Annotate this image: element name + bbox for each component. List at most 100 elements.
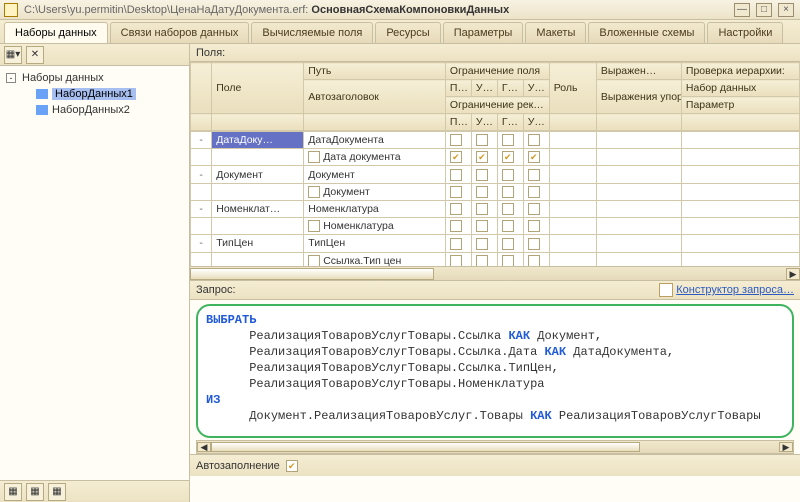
cell-chk[interactable] (497, 200, 523, 217)
cell-expr[interactable] (596, 235, 681, 252)
col-u4[interactable]: У… (523, 114, 549, 131)
grid-checkbox[interactable] (528, 169, 540, 181)
col-g2[interactable]: Г… (497, 114, 523, 131)
scroll-right-arrow[interactable]: ▶ (779, 442, 793, 452)
cell-chk[interactable] (445, 235, 471, 252)
cell-path[interactable]: ДатаДокумента (304, 132, 446, 149)
col-u1[interactable]: У… (471, 80, 497, 97)
grid-checkbox[interactable] (450, 134, 462, 146)
cell-hier[interactable] (681, 166, 799, 183)
grid-checkbox[interactable] (502, 255, 514, 266)
grid-checkbox[interactable] (450, 220, 462, 232)
cell-chk[interactable] (497, 252, 523, 266)
cell-field[interactable]: ДатаДоку… (212, 132, 304, 149)
cell-chk[interactable]: ✔ (471, 149, 497, 166)
grid-checkbox[interactable] (502, 220, 514, 232)
grid-checkbox[interactable] (528, 203, 540, 215)
cell-field[interactable]: ТипЦен (212, 235, 304, 252)
cell-role[interactable] (549, 166, 596, 183)
grid-checkbox[interactable] (502, 169, 514, 181)
grid-checkbox[interactable] (450, 186, 462, 198)
row-expander[interactable]: - (191, 235, 212, 252)
cell-chk[interactable]: ✔ (523, 149, 549, 166)
grid-checkbox[interactable] (476, 220, 488, 232)
col-p2[interactable]: П… (445, 114, 471, 131)
col-hierarchy[interactable]: Проверка иерархии: (681, 63, 799, 80)
cell-path[interactable]: Номенклатура (304, 200, 446, 217)
col-g1[interactable]: Г… (497, 80, 523, 97)
grid-checkbox[interactable] (476, 186, 488, 198)
cell-chk[interactable] (497, 132, 523, 149)
grid-checkbox[interactable] (502, 186, 514, 198)
grid-checkbox[interactable] (528, 220, 540, 232)
scroll-thumb[interactable] (190, 268, 434, 280)
grid-checkbox[interactable] (502, 203, 514, 215)
cell-chk[interactable] (523, 218, 549, 235)
col-p1[interactable]: П… (445, 80, 471, 97)
cell-chk[interactable]: ✔ (445, 149, 471, 166)
tab-links[interactable]: Связи наборов данных (110, 22, 250, 43)
tab-calculated[interactable]: Вычисляемые поля (251, 22, 373, 43)
cell-role[interactable] (549, 235, 596, 252)
grid-checkbox[interactable] (476, 169, 488, 181)
cell-chk[interactable] (471, 252, 497, 266)
datasets-tree[interactable]: - Наборы данных НаборДанных1 НаборДанных… (0, 66, 189, 480)
tree-item[interactable]: НаборДанных2 (0, 102, 189, 118)
cell-chk[interactable] (471, 183, 497, 200)
close-button[interactable]: × (778, 3, 794, 17)
scroll-left-arrow[interactable]: ◀ (197, 442, 211, 452)
grid-checkbox[interactable] (450, 203, 462, 215)
col-autoheader[interactable]: Автозаголовок (304, 80, 446, 114)
grid-checkbox[interactable] (528, 255, 540, 266)
col-u3[interactable]: У… (471, 114, 497, 131)
grid-checkbox[interactable]: ✔ (502, 151, 514, 163)
tab-datasets[interactable]: Наборы данных (4, 22, 108, 43)
col-parameter[interactable]: Параметр (681, 97, 799, 114)
grid-checkbox[interactable]: ✔ (476, 151, 488, 163)
cell-field[interactable]: Номенклат… (212, 200, 304, 217)
cell-chk[interactable] (471, 132, 497, 149)
autoheader-checkbox[interactable] (308, 255, 320, 266)
grid-checkbox[interactable] (476, 203, 488, 215)
cell-chk[interactable] (523, 252, 549, 266)
grid-checkbox[interactable] (502, 134, 514, 146)
cell-hier[interactable] (681, 200, 799, 217)
query-constructor-link[interactable]: Конструктор запроса… (659, 283, 794, 297)
row-expander[interactable]: - (191, 132, 212, 149)
cell-chk[interactable] (523, 183, 549, 200)
cell-path[interactable]: Документ (304, 166, 446, 183)
tab-resources[interactable]: Ресурсы (375, 22, 440, 43)
query-editor[interactable]: ВЫБРАТЬ РеализацияТоваровУслугТовары.Ссы… (196, 304, 794, 438)
cell-chk[interactable] (471, 218, 497, 235)
cell-chk[interactable] (445, 183, 471, 200)
cell-chk[interactable] (445, 200, 471, 217)
minimize-button[interactable]: — (734, 3, 750, 17)
col-requisite-restriction[interactable]: Ограничение рек… (445, 97, 549, 114)
cell-chk[interactable] (523, 235, 549, 252)
col-u2[interactable]: У… (523, 80, 549, 97)
cell-chk[interactable] (471, 200, 497, 217)
grid-checkbox[interactable] (502, 238, 514, 250)
grid-hscrollbar[interactable]: ▶ (190, 266, 800, 280)
tab-nested[interactable]: Вложенные схемы (588, 22, 705, 43)
cell-hier[interactable] (681, 235, 799, 252)
maximize-button[interactable]: □ (756, 3, 772, 17)
col-role[interactable]: Роль (549, 63, 596, 114)
cell-expr[interactable] (596, 200, 681, 217)
cell-chk[interactable] (523, 132, 549, 149)
cell-chk[interactable] (523, 200, 549, 217)
cell-expr[interactable] (596, 132, 681, 149)
tab-layouts[interactable]: Макеты (525, 22, 586, 43)
grid-checkbox[interactable] (450, 255, 462, 266)
col-expr[interactable]: Выражен… (596, 63, 681, 80)
cell-chk[interactable]: ✔ (497, 149, 523, 166)
grid-checkbox[interactable] (528, 238, 540, 250)
expander-icon[interactable]: - (6, 73, 16, 83)
cell-autoheader[interactable]: Документ (304, 183, 446, 200)
remove-dataset-button[interactable]: ✕ (26, 46, 44, 64)
cell-autoheader[interactable]: Номенклатура (304, 218, 446, 235)
scroll-thumb[interactable] (211, 442, 640, 452)
grid-checkbox[interactable] (450, 169, 462, 181)
autoheader-checkbox[interactable] (308, 186, 320, 198)
grid-checkbox[interactable] (476, 134, 488, 146)
